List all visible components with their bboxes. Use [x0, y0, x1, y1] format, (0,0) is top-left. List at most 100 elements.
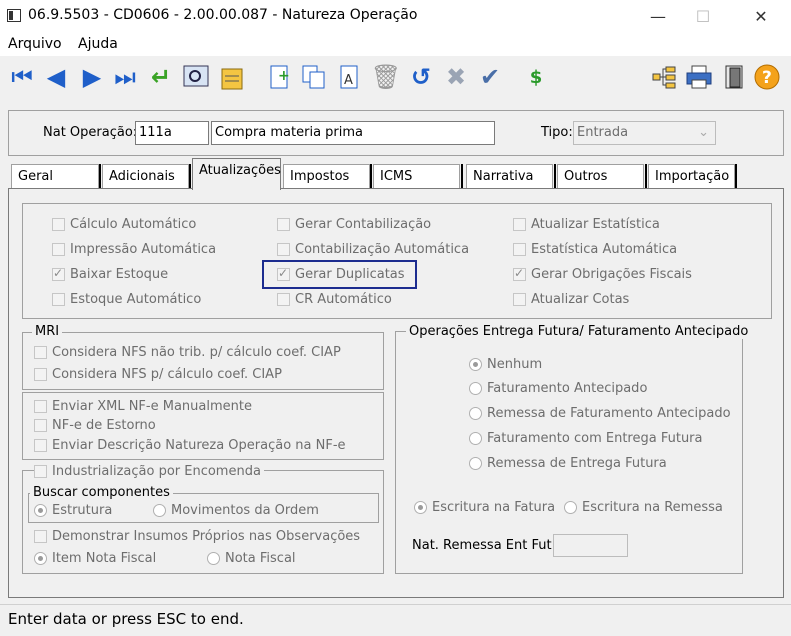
cr-automatico-checkbox[interactable]: CR Automático: [277, 292, 392, 307]
radio-label: Nota Fiscal: [225, 551, 296, 566]
radio-label: Remessa de Entrega Futura: [487, 456, 667, 471]
checkbox-label: CR Automático: [295, 292, 392, 307]
close-button[interactable]: ✕: [738, 0, 784, 32]
impressao-automatica-checkbox[interactable]: Impressão Automática: [52, 242, 216, 257]
radio-dot: [207, 552, 220, 565]
checkbox-label: NF-e de Estorno: [52, 418, 156, 433]
escritura-remessa-radio[interactable]: Escritura na Remessa: [564, 500, 723, 515]
next-record-icon[interactable]: ▶: [76, 61, 108, 93]
chevron-down-icon: ⌄: [698, 125, 709, 140]
checkbox-label: Contabilização Automática: [295, 242, 470, 257]
go-to-icon[interactable]: ↵: [145, 61, 177, 93]
radio-label: Faturamento Antecipado: [487, 381, 648, 396]
checkbox-box: [34, 400, 47, 413]
help-icon[interactable]: ?: [751, 61, 783, 93]
tab-adicionais[interactable]: Adicionais: [102, 164, 189, 188]
checkbox-box: [513, 243, 526, 256]
minimize-button[interactable]: —: [635, 0, 681, 32]
contabilizacao-automatica-checkbox[interactable]: Contabilização Automática: [277, 242, 469, 257]
currency-icon[interactable]: $: [520, 61, 552, 93]
tab-atualizacoes[interactable]: Atualizações: [192, 158, 281, 190]
escritura-fatura-radio[interactable]: Escritura na Fatura: [414, 500, 555, 515]
nat-code-field[interactable]: 111a: [135, 121, 209, 145]
focus-highlight: [262, 260, 417, 289]
movimentos-ordem-radio[interactable]: Movimentos da Ordem: [153, 503, 319, 518]
checkbox-label: Estoque Automático: [70, 292, 202, 307]
last-record-icon[interactable]: ⏭: [109, 61, 141, 93]
mri-nfs-checkbox[interactable]: Considera NFS p/ cálculo coef. CIAP: [34, 367, 282, 382]
estrutura-radio[interactable]: Estrutura: [34, 503, 112, 518]
tab-divider: [645, 164, 647, 188]
status-text: Enter data or press ESC to end.: [8, 610, 244, 628]
radio-dot: [469, 457, 482, 470]
atualizar-cotas-checkbox[interactable]: Atualizar Cotas: [513, 292, 629, 307]
remessa-entrega-futura-radio[interactable]: Remessa de Entrega Futura: [469, 456, 667, 471]
nenhum-radio[interactable]: Nenhum: [469, 357, 542, 372]
first-record-icon[interactable]: ⏮: [6, 61, 38, 93]
checkbox-label: Atualizar Estatística: [531, 217, 660, 232]
nat-desc-field[interactable]: Compra materia prima: [211, 121, 495, 145]
copy-icon[interactable]: [298, 61, 330, 93]
tipo-value: Entrada: [577, 125, 629, 140]
estatistica-automatica-checkbox[interactable]: Estatística Automática: [513, 242, 677, 257]
svg-text:A: A: [344, 73, 353, 88]
edit-icon[interactable]: A: [334, 61, 366, 93]
tab-geral[interactable]: Geral: [11, 164, 99, 188]
tab-icms[interactable]: ICMS: [373, 164, 460, 188]
checkbox-label: Atualizar Cotas: [531, 292, 630, 307]
faturamento-antecipado-radio[interactable]: Faturamento Antecipado: [469, 381, 647, 396]
mri-group-label: MRI: [32, 324, 63, 339]
tipo-select[interactable]: Entrada ⌄: [573, 121, 716, 145]
tab-outros[interactable]: Outros: [557, 164, 644, 188]
demonstrar-insumos-checkbox[interactable]: Demonstrar Insumos Próprios nas Observaç…: [34, 529, 360, 544]
faturamento-entrega-futura-radio[interactable]: Faturamento com Entrega Futura: [469, 431, 703, 446]
print-icon[interactable]: [683, 61, 715, 93]
nat-remessa-field[interactable]: [553, 534, 628, 557]
item-nota-fiscal-radio[interactable]: Item Nota Fiscal: [34, 551, 156, 566]
nfe-estorno-checkbox[interactable]: NF-e de Estorno: [34, 418, 156, 433]
enviar-descricao-checkbox[interactable]: Enviar Descrição Natureza Operação na NF…: [34, 438, 346, 453]
delete-icon[interactable]: 🗑: [370, 61, 402, 93]
cancel-icon[interactable]: ✖: [440, 61, 472, 93]
exit-icon[interactable]: [718, 61, 750, 93]
menu-arquivo[interactable]: Arquivo: [8, 36, 62, 52]
enviar-xml-checkbox[interactable]: Enviar XML NF-e Manualmente: [34, 399, 252, 414]
tab-divider: [735, 164, 737, 188]
checkbox-label: Industrialização por Encomenda: [52, 464, 261, 479]
entrega-futura-label: Operações Entrega Futura/ Faturamento An…: [406, 324, 752, 339]
radio-label: Escritura na Fatura: [432, 500, 556, 515]
checkbox-box: [34, 465, 47, 478]
tab-importacao[interactable]: Importação: [648, 164, 735, 188]
save-icon[interactable]: ✔: [474, 61, 506, 93]
radio-label: Estrutura: [52, 503, 113, 518]
radio-label: Faturamento com Entrega Futura: [487, 431, 703, 446]
nota-fiscal-radio[interactable]: Nota Fiscal: [207, 551, 296, 566]
new-record-icon[interactable]: +: [264, 61, 296, 93]
estoque-automatico-checkbox[interactable]: Estoque Automático: [52, 292, 201, 307]
industrializacao-checkbox[interactable]: Industrialização por Encomenda: [34, 464, 264, 479]
maximize-button[interactable]: ☐: [680, 0, 726, 32]
svg-text:?: ?: [762, 68, 772, 88]
radio-dot: [469, 407, 482, 420]
menu-ajuda[interactable]: Ajuda: [78, 36, 118, 52]
mri-nfs-nao-trib-checkbox[interactable]: Considera NFS não trib. p/ cálculo coef.…: [34, 345, 341, 360]
tree-icon[interactable]: [648, 61, 680, 93]
previous-record-icon[interactable]: ◀: [40, 61, 72, 93]
checkbox-label: Considera NFS não trib. p/ cálculo coef.…: [52, 345, 341, 360]
calculo-automatico-checkbox[interactable]: Cálculo Automático: [52, 217, 196, 232]
remessa-faturamento-antecipado-radio[interactable]: Remessa de Faturamento Antecipado: [469, 406, 731, 421]
tab-narrativa[interactable]: Narrativa: [466, 164, 553, 188]
gerar-obrigacoes-fiscais-checkbox[interactable]: Gerar Obrigações Fiscais: [513, 266, 692, 282]
tab-divider: [99, 164, 101, 188]
zoom-icon[interactable]: [180, 61, 212, 93]
radio-dot: [34, 552, 47, 565]
svg-text:+: +: [278, 68, 290, 84]
tab-impostos[interactable]: Impostos: [283, 164, 370, 188]
atualizar-estatistica-checkbox[interactable]: Atualizar Estatística: [513, 217, 660, 232]
baixar-estoque-checkbox[interactable]: Baixar Estoque: [52, 266, 168, 282]
gerar-contabilizacao-checkbox[interactable]: Gerar Contabilização: [277, 217, 431, 232]
query-icon[interactable]: [216, 61, 248, 93]
radio-label: Remessa de Faturamento Antecipado: [487, 406, 731, 421]
checkbox-label: Estatística Automática: [531, 242, 678, 257]
undo-icon[interactable]: ↺: [405, 61, 437, 93]
